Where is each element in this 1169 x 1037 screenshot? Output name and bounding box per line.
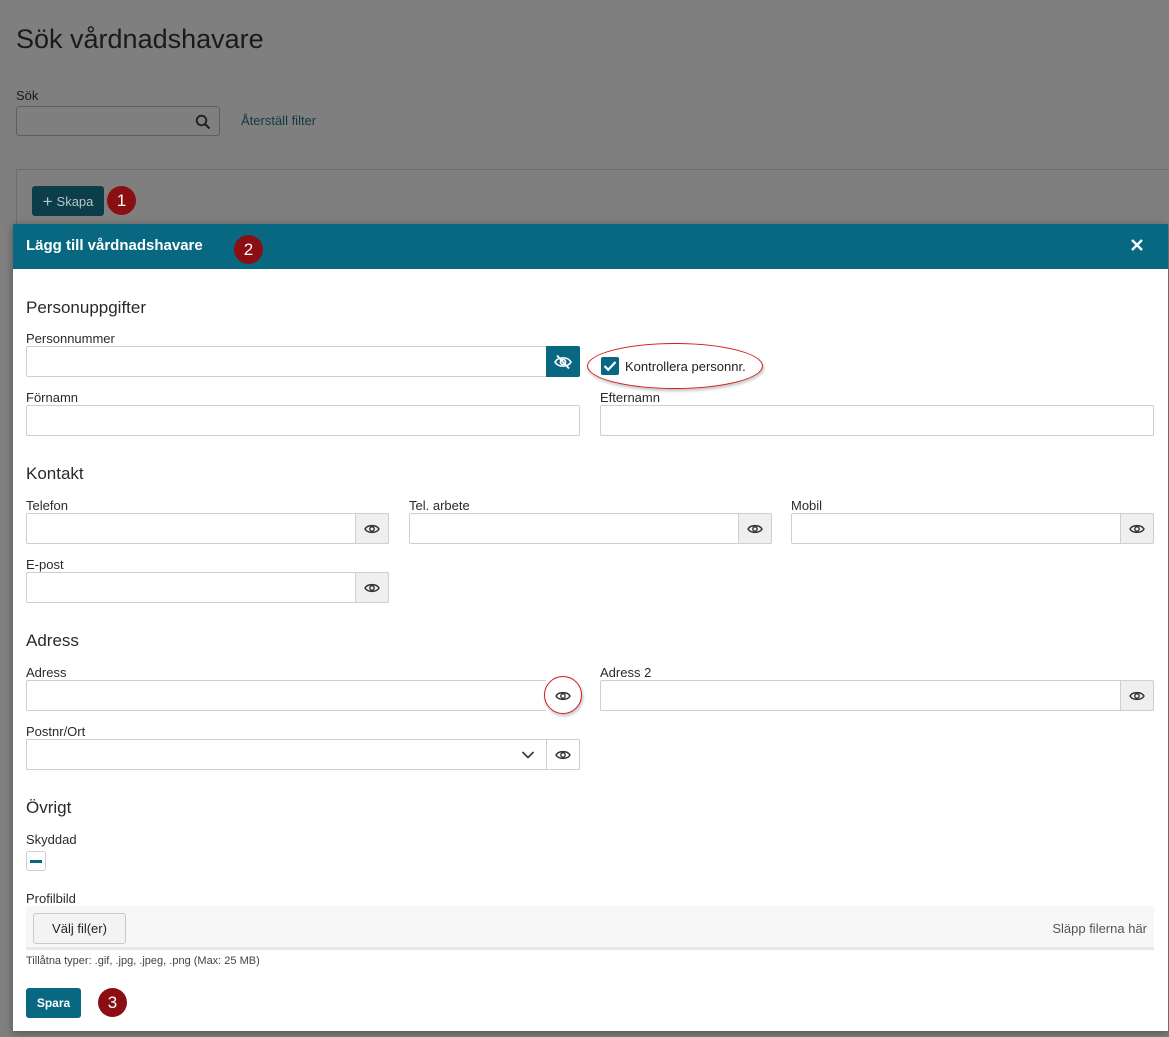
telefon-label: Telefon [26,498,68,513]
step-badge-2: 2 [234,235,263,264]
page-title: Sök vårdnadshavare [16,24,264,54]
adress-field[interactable] [26,680,580,711]
search-input[interactable] [16,106,220,136]
section-contact: Kontakt [26,464,84,483]
personnummer-field[interactable] [26,346,580,377]
adress2-label: Adress 2 [600,665,652,680]
eye-icon [364,583,380,592]
epost-label: E-post [26,557,64,572]
skyddad-checkbox[interactable] [26,851,46,871]
adress2-field[interactable] [600,680,1154,711]
eye-icon [1129,691,1145,700]
telefon-field[interactable] [26,513,389,544]
epost-field[interactable] [26,572,389,603]
adress-label: Adress [26,665,67,680]
file-dropzone[interactable]: Välj fil(er) Släpp filerna här [26,906,1154,950]
tel-arbete-visibility-button[interactable] [738,513,772,544]
plus-icon: + [42,191,53,211]
fornamn-field[interactable] [26,405,580,436]
dialog-header: Lägg till vårdnadshavare [13,224,1168,269]
efternamn-label: Efternamn [600,390,660,405]
postnr-ort-select[interactable] [26,739,580,770]
section-address: Adress [26,631,79,650]
create-button[interactable]: + Skapa [32,186,104,216]
chevron-down-icon[interactable] [521,748,535,762]
toggle-visibility-button[interactable] [546,346,580,377]
eye-icon [1129,524,1145,533]
personnummer-label: Personnummer [26,331,115,346]
postnr-ort-label: Postnr/Ort [26,724,86,739]
annotation-circle [544,676,582,714]
save-button[interactable]: Spara [26,988,81,1018]
mobil-visibility-button[interactable] [1120,513,1154,544]
drop-hint: Släpp filerna här [1052,921,1147,936]
eye-icon [747,524,763,533]
profilbild-label: Profilbild [26,891,76,906]
eye-icon [555,750,571,759]
skyddad-label: Skyddad [26,832,77,847]
fornamn-label: Förnamn [26,390,79,405]
step-badge-3: 3 [98,988,127,1017]
minus-icon [30,859,42,863]
search-icon[interactable] [195,114,211,130]
annotation-circle [587,343,763,389]
tel-arbete-field[interactable] [409,513,772,544]
step-badge-1: 1 [107,186,136,215]
telefon-visibility-button[interactable] [355,513,389,544]
mobil-label: Mobil [791,498,823,513]
tel-arbete-label: Tel. arbete [409,498,470,513]
adress2-visibility-button[interactable] [1120,680,1154,711]
allowed-types-text: Tillåtna typer: .gif, .jpg, .jpeg, .png … [26,955,260,967]
eye-off-icon [554,354,572,369]
epost-visibility-button[interactable] [355,572,389,603]
search-label: Sök [16,88,39,103]
add-guardian-dialog: Lägg till vårdnadshavare 2 Personuppgift… [13,224,1168,1031]
dialog-title: Lägg till vårdnadshavare [26,237,203,254]
reset-filter-link[interactable]: Återställ filter [241,113,316,128]
mobil-field[interactable] [791,513,1154,544]
section-other: Övrigt [26,798,72,817]
create-button-label: Skapa [56,193,94,209]
efternamn-field[interactable] [600,405,1154,436]
choose-files-button[interactable]: Välj fil(er) [33,913,126,944]
section-personal: Personuppgifter [26,298,147,317]
postnr-visibility-button[interactable] [546,739,580,770]
close-icon[interactable] [1128,236,1146,254]
eye-icon [364,524,380,533]
